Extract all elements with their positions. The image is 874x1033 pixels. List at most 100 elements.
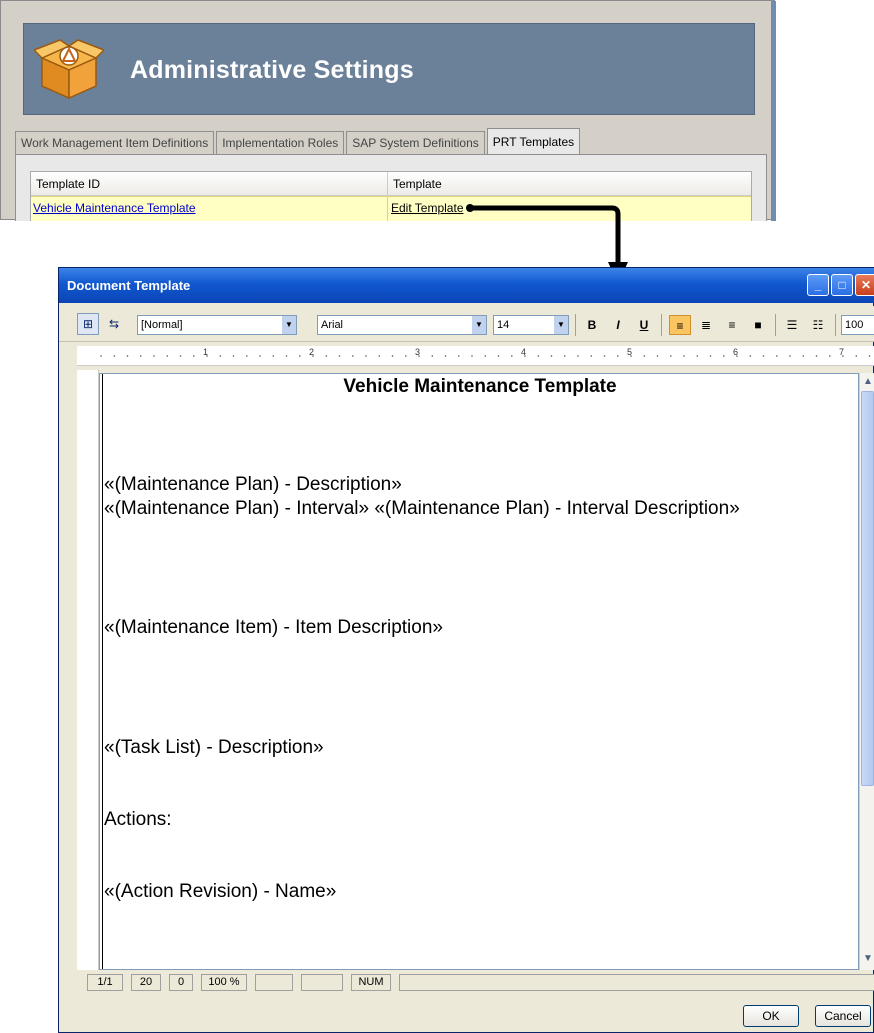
formatting-toolbar: ⊞ ⇆ [Normal] ▼ Arial ▼ 14 ▼ B I U ≡ ≣ ≡ … — [59, 306, 874, 342]
merge-field-task-list-description[interactable]: «(Task List) - Description» — [104, 737, 324, 759]
ruler-tick — [153, 355, 155, 357]
ruler-tick — [219, 355, 222, 357]
ruler-tick — [338, 355, 341, 357]
dialog-title-bar[interactable]: Document Template _ □ ✕ — [59, 268, 874, 303]
style-value: [Normal] — [141, 319, 183, 331]
dialog-title: Document Template — [67, 278, 191, 293]
ruler-tick — [855, 355, 858, 357]
tab-sap-system-definitions[interactable]: SAP System Definitions — [346, 131, 485, 155]
ruler-tick — [776, 355, 778, 357]
template-id-link[interactable]: Vehicle Maintenance Template — [33, 201, 196, 215]
ruler-tick — [762, 355, 765, 357]
minimize-icon: _ — [814, 278, 822, 292]
vertical-ruler[interactable] — [77, 370, 99, 970]
ruler-tick — [352, 355, 354, 357]
cancel-button[interactable]: Cancel — [815, 1005, 871, 1027]
ruler-tick — [325, 355, 328, 357]
actions-label[interactable]: Actions: — [104, 809, 172, 831]
ruler-number: 7 — [839, 347, 844, 357]
underline-button[interactable]: U — [633, 315, 655, 335]
ruler-tick — [696, 355, 699, 357]
tab-work-management-item-definitions[interactable]: Work Management Item Definitions — [15, 131, 215, 155]
ruler-tick — [471, 355, 473, 357]
bold-button[interactable]: B — [581, 315, 603, 335]
column-header-template[interactable]: Template — [393, 177, 442, 191]
ruler-number: 1 — [203, 347, 208, 357]
ruler-tick — [537, 355, 540, 357]
zoom-select[interactable]: 100 — [841, 315, 874, 335]
ruler-tick — [815, 355, 818, 357]
ruler-tick — [431, 355, 434, 357]
ruler-tick — [140, 355, 142, 357]
status-empty-1 — [255, 974, 293, 991]
scrollbar-thumb[interactable] — [861, 391, 874, 786]
scroll-down-icon[interactable]: ▼ — [862, 953, 874, 964]
ruler-tick — [564, 355, 566, 357]
grid-header: Template ID Template — [31, 172, 751, 196]
merge-field-maintenance-item-description[interactable]: «(Maintenance Item) - Item Description» — [104, 617, 443, 639]
left-margin-line — [102, 374, 103, 969]
horizontal-ruler[interactable]: 1 2 3 4 5 6 7 — [77, 346, 874, 366]
maximize-button[interactable]: □ — [831, 274, 853, 296]
table-row[interactable]: Vehicle Maintenance Template Edit Templa… — [31, 196, 751, 221]
status-bar: 1/1 20 0 100 % NUM — [77, 972, 874, 992]
ruler-tick — [259, 355, 261, 357]
numbered-list-icon[interactable]: ☷ — [807, 315, 829, 335]
toolbar-separator — [575, 314, 576, 336]
tab-prt-templates[interactable]: PRT Templates — [486, 128, 581, 155]
bullet-list-icon[interactable]: ☰ — [781, 315, 803, 335]
ruler-tick — [365, 355, 367, 357]
ruler-number: 2 — [309, 347, 314, 357]
font-size-select[interactable]: 14 ▼ — [493, 315, 569, 335]
align-left-icon[interactable]: ≡ — [669, 315, 691, 335]
table-icon[interactable]: ⊞ — [77, 313, 99, 335]
ruler-number: 4 — [521, 347, 526, 357]
status-num-lock: NUM — [351, 974, 391, 991]
status-page: 1/1 — [87, 974, 123, 991]
ruler-tick — [179, 355, 182, 357]
window-edge — [771, 1, 776, 221]
ruler-tick — [603, 355, 606, 357]
admin-tab-strip: Work Management Item Definitions Impleme… — [15, 128, 582, 155]
ruler-tick — [617, 355, 619, 357]
minimize-button[interactable]: _ — [807, 274, 829, 296]
ok-button[interactable]: OK — [743, 1005, 799, 1027]
ruler-tick — [299, 355, 301, 357]
merge-field-action-revision-name[interactable]: «(Action Revision) - Name» — [104, 881, 336, 903]
toolbar-separator — [775, 314, 776, 336]
ruler-tick — [590, 355, 593, 357]
justify-icon[interactable]: ■ — [747, 315, 769, 335]
edit-template-link[interactable]: Edit Template — [391, 201, 464, 215]
ruler-tick — [802, 355, 805, 357]
font-select[interactable]: Arial ▼ — [317, 315, 487, 335]
close-button[interactable]: ✕ — [855, 274, 874, 296]
ruler-tick — [166, 355, 169, 357]
align-right-icon[interactable]: ≣ — [695, 315, 717, 335]
scroll-up-icon[interactable]: ▲ — [862, 376, 874, 387]
insert-field-icon[interactable]: ⇆ — [103, 313, 125, 335]
document-editor[interactable]: Vehicle Maintenance Template «(Maintenan… — [99, 373, 859, 970]
status-column: 0 — [169, 974, 193, 991]
ruler-tick — [643, 355, 646, 357]
ruler-tick — [126, 355, 129, 357]
chevron-down-icon: ▼ — [472, 316, 486, 334]
status-line: 20 — [131, 974, 161, 991]
merge-field-maintenance-plan-description[interactable]: «(Maintenance Plan) - Description» — [104, 474, 402, 496]
column-header-template-id[interactable]: Template ID — [36, 177, 100, 191]
vertical-scrollbar[interactable]: ▲ ▼ — [859, 373, 874, 970]
ruler-tick — [497, 355, 500, 357]
italic-button[interactable]: I — [607, 315, 629, 335]
ruler-tick — [670, 355, 672, 357]
merge-field-maintenance-plan-interval[interactable]: «(Maintenance Plan) - Interval» «(Mainte… — [104, 498, 740, 520]
ruler-tick — [683, 355, 685, 357]
align-center-icon[interactable]: ≡ — [721, 315, 743, 335]
ruler-tick — [246, 355, 248, 357]
document-title: Vehicle Maintenance Template — [343, 376, 617, 397]
ruler-tick — [709, 355, 712, 357]
ruler-tick — [458, 355, 460, 357]
tab-implementation-roles[interactable]: Implementation Roles — [216, 131, 345, 155]
ruler-number: 5 — [627, 347, 632, 357]
ruler-tick — [405, 355, 407, 357]
style-select[interactable]: [Normal] ▼ — [137, 315, 297, 335]
zoom-value: 100 — [845, 319, 864, 331]
